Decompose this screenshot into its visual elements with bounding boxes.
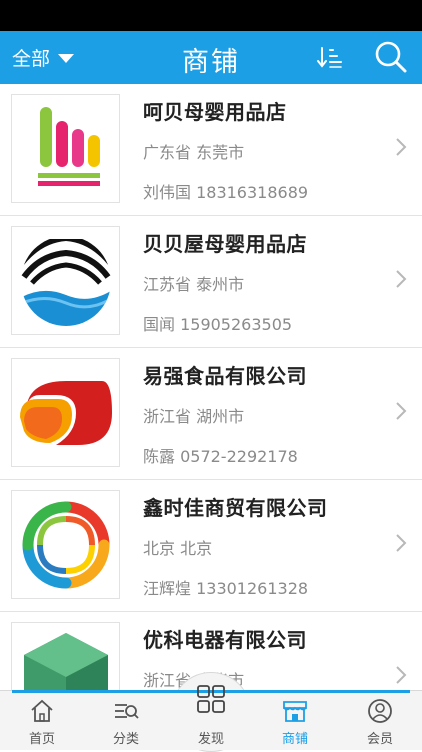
shop-contact: 国闻 15905263505 (143, 315, 293, 334)
tab-home[interactable]: 首页 (0, 690, 84, 750)
tab-category[interactable]: 分类 (84, 690, 168, 750)
tab-label: 分类 (112, 732, 139, 747)
tab-member[interactable]: 会员 (338, 690, 422, 750)
chevron-right-icon (396, 138, 407, 156)
shop-region: 广东省 东莞市 (143, 143, 245, 162)
shop-row[interactable]: 易强食品有限公司 浙江省 湖州市 陈露 0572-2292178 (0, 348, 422, 480)
shop-region: 江苏省 泰州市 (143, 275, 245, 294)
swirl-logo-icon (19, 380, 112, 445)
shop-name: 优科电器有限公司 (143, 628, 307, 652)
rings-logo-icon (22, 501, 109, 588)
shop-row[interactable]: 贝贝屋母婴用品店 江苏省 泰州市 国闻 15905263505 (0, 216, 422, 348)
shop-logo (11, 94, 120, 203)
shop-row[interactable]: 鑫时佳商贸有限公司 北京 北京 汪辉煌 13301261328 (0, 480, 422, 612)
shop-logo (11, 622, 120, 690)
caret-down-icon (58, 53, 75, 63)
chevron-right-icon (396, 402, 407, 420)
filter-label: 全部 (12, 47, 51, 70)
grid-icon (197, 685, 225, 713)
home-icon (31, 699, 53, 722)
shop-region: 北京 北京 (143, 539, 213, 558)
sort-icon[interactable] (316, 43, 346, 73)
shop-name: 鑫时佳商贸有限公司 (143, 496, 328, 520)
tab-discover[interactable]: 发现 (169, 685, 253, 750)
shop-region: 浙江省 湖州市 (143, 407, 245, 426)
shop-contact: 刘伟国 18316318689 (143, 183, 309, 202)
shop-icon (283, 701, 307, 722)
filter-dropdown[interactable]: 全部 (12, 43, 75, 71)
user-icon (368, 699, 392, 723)
tab-label: 会员 (366, 732, 393, 747)
chevron-right-icon (396, 534, 407, 552)
bars-logo-icon (37, 106, 100, 186)
shop-logo (11, 358, 120, 467)
shop-contact: 汪辉煌 13301261328 (143, 579, 309, 598)
tab-items: 首页 分类 发现 商铺 会员 (0, 685, 422, 750)
top-bar: 全部 商铺 (0, 31, 422, 84)
cube-logo-icon (23, 632, 108, 690)
chevron-right-icon (396, 666, 407, 684)
shop-contact: 陈露 0572-2292178 (143, 447, 298, 466)
shop-name: 易强食品有限公司 (143, 364, 307, 388)
tab-shop[interactable]: 商铺 (253, 690, 337, 750)
shop-name: 贝贝屋母婴用品店 (143, 232, 307, 256)
tab-label: 商铺 (281, 732, 308, 747)
tab-label: 首页 (28, 732, 55, 747)
shop-logo (11, 226, 120, 335)
chevron-right-icon (396, 270, 407, 288)
search-icon[interactable] (373, 39, 409, 75)
shop-row[interactable]: 呵贝母婴用品店 广东省 东莞市 刘伟国 18316318689 (0, 84, 422, 216)
shop-logo (11, 490, 120, 599)
wave-logo-icon (20, 235, 111, 326)
tab-label: 发现 (197, 732, 224, 747)
status-bar (0, 0, 422, 31)
category-icon (115, 704, 139, 719)
shop-name: 呵贝母婴用品店 (143, 100, 287, 124)
shop-list: 呵贝母婴用品店 广东省 东莞市 刘伟国 18316318689 贝贝屋母婴用品店… (0, 84, 422, 690)
